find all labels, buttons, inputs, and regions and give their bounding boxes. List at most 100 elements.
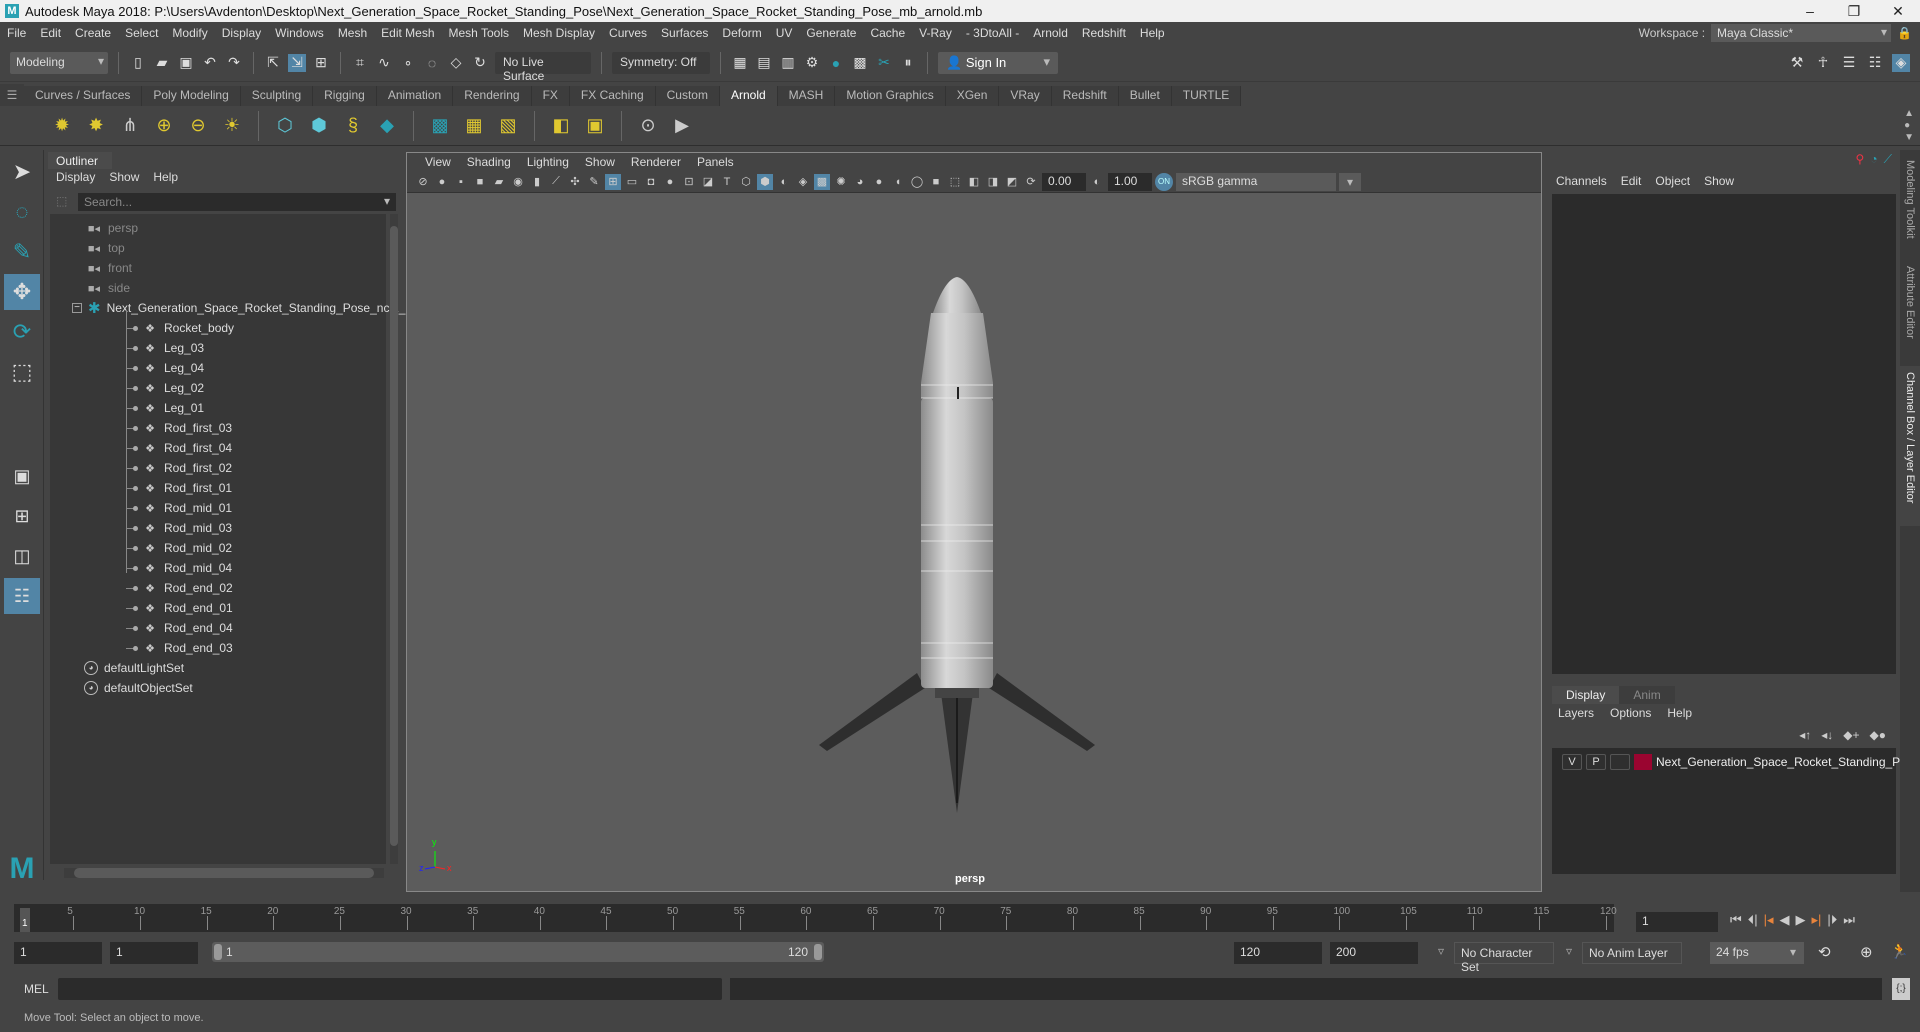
step-forward-frame-icon[interactable]: |⏵	[1827, 912, 1837, 928]
hypershade-icon[interactable]: ●	[827, 54, 845, 72]
smooth-shade-icon[interactable]: ⬢	[757, 173, 773, 190]
outliner-layout-icon[interactable]: ☷	[4, 578, 40, 614]
current-frame-field[interactable]: 1	[1636, 912, 1718, 932]
move-tool-icon[interactable]: ✥	[4, 274, 40, 310]
outliner-item[interactable]: ❖ Leg_03	[126, 338, 204, 358]
layer-tab-display[interactable]: Display	[1552, 686, 1620, 704]
select-tool-icon[interactable]: ➤	[4, 154, 40, 190]
redo-icon[interactable]: ↷	[225, 54, 243, 72]
outliner-menu-display[interactable]: Display	[56, 170, 95, 188]
shadows-icon[interactable]: ◕	[852, 174, 868, 190]
select-camera-icon[interactable]: ⊘	[415, 174, 431, 190]
resolution-gate-icon[interactable]: ◘	[643, 174, 659, 190]
render-settings-arnold-icon[interactable]: ▣	[583, 114, 607, 138]
channel-box-menu-object[interactable]: Object	[1655, 174, 1690, 188]
layer-visibility-toggle[interactable]: V	[1562, 754, 1582, 770]
persp-outliner-layout-icon[interactable]: ◫	[4, 538, 40, 574]
render-play-icon[interactable]: ▶	[670, 114, 694, 138]
screen-space-ao-icon[interactable]: ●	[871, 174, 887, 190]
two-d-pan-icon[interactable]: ◉	[510, 174, 526, 190]
viewport-menu-show[interactable]: Show	[577, 153, 623, 171]
snap-point-icon[interactable]: ∘	[399, 54, 417, 72]
pause-icon[interactable]: ⏸	[899, 54, 917, 72]
chevron-down-icon[interactable]: ▾	[1790, 945, 1796, 959]
step-back-key-icon[interactable]: |◂	[1764, 912, 1774, 928]
script-editor-icon[interactable]: {;}	[1892, 978, 1910, 1000]
select-component-icon[interactable]: ⊞	[312, 54, 330, 72]
menu-mesh-display[interactable]: Mesh Display	[516, 26, 602, 40]
end-time-field[interactable]: 200	[1330, 942, 1418, 964]
viewport-menu-view[interactable]: View	[417, 153, 459, 171]
safe-action-icon[interactable]: ◪	[700, 174, 716, 190]
command-language-label[interactable]: MEL	[24, 982, 49, 996]
outliner-item[interactable]: ❖ Rod_mid_02	[126, 538, 232, 558]
character-set-dropdown[interactable]: No Character Set	[1454, 942, 1554, 974]
mesh-light-icon[interactable]: ✸	[84, 114, 108, 138]
step-back-frame-icon[interactable]: ⏴|	[1748, 912, 1758, 928]
layer-row[interactable]: V P Next_Generation_Space_Rocket_Standin…	[1562, 752, 1920, 772]
menu-generate[interactable]: Generate	[799, 26, 863, 40]
menu-redshift[interactable]: Redshift	[1075, 26, 1133, 40]
channel-box-menu-channels[interactable]: Channels	[1556, 174, 1607, 188]
outliner-vertical-scrollbar[interactable]	[390, 214, 398, 864]
standin-icon[interactable]: ⬡	[273, 114, 297, 138]
layer-display-type-toggle[interactable]	[1610, 754, 1630, 770]
viewport-persp[interactable]: View Shading Lighting Show Renderer Pane…	[406, 152, 1542, 892]
menu-select[interactable]: Select	[118, 26, 165, 40]
speed-icon[interactable]: ◔	[1870, 152, 1877, 167]
rotate-tool-icon[interactable]: ⟳	[4, 314, 40, 350]
shelf-tab-poly-modeling[interactable]: Poly Modeling	[142, 86, 241, 106]
outliner-set[interactable]: ◕ defaultLightSet	[84, 658, 184, 678]
camera-attributes-icon[interactable]: ▪	[453, 174, 469, 190]
default-material-icon[interactable]: ◐	[776, 174, 792, 190]
gate-mask-icon[interactable]: ●	[662, 174, 678, 190]
shelf-tab-custom[interactable]: Custom	[655, 86, 720, 106]
snapshot-icon[interactable]: ⟋	[548, 174, 564, 190]
pan-zoom-icon[interactable]: ✣	[567, 174, 583, 190]
lasso-tool-icon[interactable]: ◌	[4, 194, 40, 230]
outliner-camera-persp[interactable]: ■◂ persp	[86, 218, 138, 238]
range-slider[interactable]: 1 120	[212, 942, 824, 962]
menu-windows[interactable]: Windows	[268, 26, 331, 40]
side-tab-modeling-toolkit[interactable]: Modeling Toolkit	[1900, 154, 1920, 254]
skydome-light-icon[interactable]: ⊕	[152, 114, 176, 138]
new-scene-icon[interactable]: ▯	[129, 54, 147, 72]
menu-deform[interactable]: Deform	[715, 26, 768, 40]
exposure-field[interactable]: 0.00	[1042, 172, 1086, 191]
collapse-icon[interactable]: −	[72, 303, 82, 313]
render-view-arnold-icon[interactable]: ⊙	[636, 114, 660, 138]
save-scene-icon[interactable]: ▣	[177, 54, 195, 72]
export-standin-icon[interactable]: ⬢	[307, 114, 331, 138]
shelf-tab-xgen[interactable]: XGen	[945, 86, 1000, 106]
shelf-scroll[interactable]: ▲ ● ▼	[1904, 108, 1914, 144]
menu-uv[interactable]: UV	[769, 26, 800, 40]
channel-box-menu-show[interactable]: Show	[1704, 174, 1734, 188]
undo-icon[interactable]: ↶	[201, 54, 219, 72]
motion-blur-icon[interactable]: ◖	[890, 174, 906, 190]
render-sequence-icon[interactable]: ▤	[755, 54, 773, 72]
layer-color-swatch[interactable]	[1634, 754, 1652, 770]
open-scene-icon[interactable]: ▰	[153, 54, 171, 72]
curve-collector-icon[interactable]: §	[341, 114, 365, 138]
outliner-item[interactable]: ❖ Rocket_body	[126, 318, 234, 338]
symmetry-field[interactable]: Symmetry: Off	[612, 51, 710, 74]
menu-help[interactable]: Help	[1133, 26, 1172, 40]
outliner-search-input[interactable]: Search...	[78, 193, 396, 211]
modeling-toolkit-icon[interactable]: ⚒	[1788, 54, 1806, 72]
go-to-end-icon[interactable]: ⏭	[1843, 912, 1855, 928]
playback-end-field[interactable]: 120	[1234, 942, 1322, 964]
new-layer-icon[interactable]: ◆+	[1843, 728, 1859, 742]
flush-cache-icon[interactable]: ▧	[496, 114, 520, 138]
paint-icon[interactable]: ✎	[586, 174, 602, 190]
channel-box-menu-edit[interactable]: Edit	[1621, 174, 1642, 188]
shelf-tab-redshift[interactable]: Redshift	[1051, 86, 1119, 106]
shelf-tab-animation[interactable]: Animation	[376, 86, 454, 106]
snap-curve-icon[interactable]: ∿	[375, 54, 393, 72]
use-all-lights-icon[interactable]: ✺	[833, 174, 849, 190]
time-ruler[interactable]: 1 5 10 15 20 25 30 35 40 45 50 55 60 65 70 75 80 85 90 95 1…	[14, 904, 1617, 932]
filter-icon[interactable]: ⬚	[56, 194, 67, 208]
menu-cache[interactable]: Cache	[863, 26, 912, 40]
step-forward-key-icon[interactable]: ▸|	[1812, 912, 1822, 928]
menu-arnold[interactable]: Arnold	[1026, 26, 1075, 40]
shelf-tab-mash[interactable]: MASH	[777, 86, 836, 106]
